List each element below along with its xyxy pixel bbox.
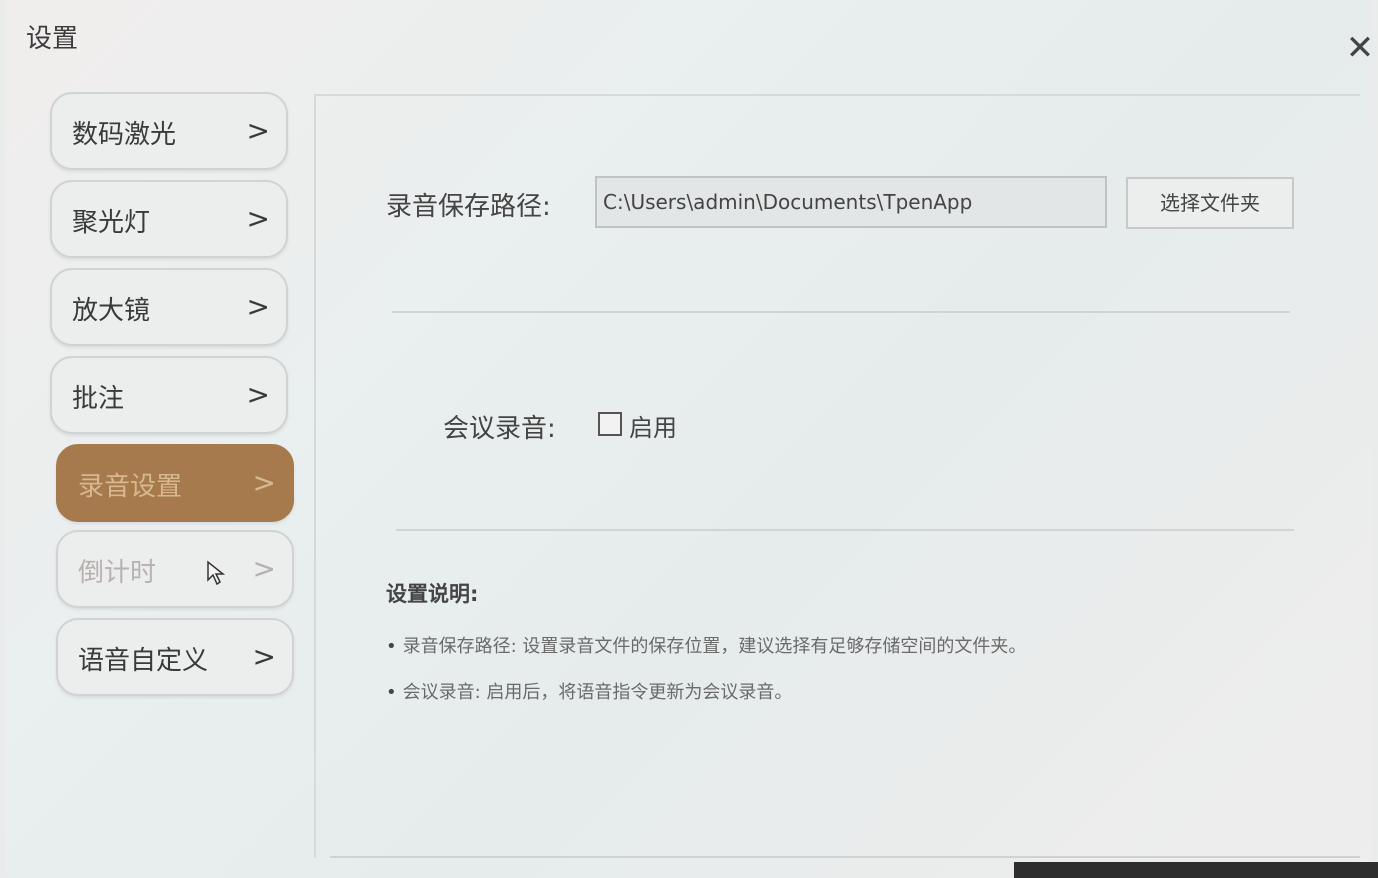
sidebar-item-digital-laser[interactable]: 数码激光 > [50, 92, 288, 170]
bullet-icon: • [386, 682, 397, 703]
chevron-right-icon: > [246, 202, 270, 235]
sidebar-item-magnifier[interactable]: 放大镜 > [50, 268, 288, 346]
note-text: 录音保存路径: 设置录音文件的保存位置，建议选择有足够存储空间的文件夹。 [402, 636, 1027, 657]
note-item: • 会议录音: 启用后，将语音指令更新为会议录音。 [386, 678, 792, 704]
panel-bottom-divider [330, 856, 1360, 858]
chevron-right-icon: > [246, 114, 270, 147]
sidebar-item-voice-custom[interactable]: 语音自定义 > [56, 618, 294, 696]
save-path-label: 录音保存路径: [386, 192, 551, 222]
sidebar-item-label: 语音自定义 [78, 646, 209, 676]
notes-title: 设置说明: [386, 582, 479, 606]
bullet-icon: • [386, 636, 397, 657]
chevron-right-icon: > [246, 290, 270, 323]
sidebar-item-label: 倒计时 [78, 558, 157, 588]
meeting-recording-label: 会议录音: [443, 414, 556, 444]
section-divider [396, 529, 1294, 531]
sidebar-item-label: 放大镜 [72, 296, 151, 326]
taskbar-fragment [1014, 862, 1378, 878]
sidebar-item-spotlight[interactable]: 聚光灯 > [50, 180, 288, 258]
save-path-input[interactable]: C:\Users\admin\Documents\TpenApp [595, 176, 1107, 228]
sidebar-item-label: 批注 [72, 384, 125, 414]
chevron-right-icon: > [252, 466, 276, 499]
sidebar-item-label: 录音设置 [78, 472, 183, 502]
enable-checkbox[interactable] [598, 412, 622, 436]
chevron-right-icon: > [252, 552, 276, 585]
note-text: 会议录音: 启用后，将语音指令更新为会议录音。 [402, 682, 793, 703]
enable-checkbox-label[interactable]: 启用 [629, 408, 677, 443]
choose-folder-button[interactable]: 选择文件夹 [1126, 177, 1294, 229]
sidebar-item-recording-settings[interactable]: 录音设置 > [56, 444, 294, 522]
sidebar-item-countdown[interactable]: 倒计时 > [56, 530, 294, 608]
close-icon[interactable]: ✕ [1342, 30, 1378, 66]
sidebar-item-label: 聚光灯 [72, 208, 151, 238]
window-title: 设置 [26, 24, 79, 54]
section-divider [392, 311, 1290, 313]
note-item: • 录音保存路径: 设置录音文件的保存位置，建议选择有足够存储空间的文件夹。 [386, 632, 1026, 658]
sidebar-item-label: 数码激光 [72, 120, 177, 150]
chevron-right-icon: > [252, 640, 276, 673]
chevron-right-icon: > [246, 378, 270, 411]
mouse-cursor-icon [207, 560, 226, 586]
sidebar-item-annotation[interactable]: 批注 > [50, 356, 288, 434]
